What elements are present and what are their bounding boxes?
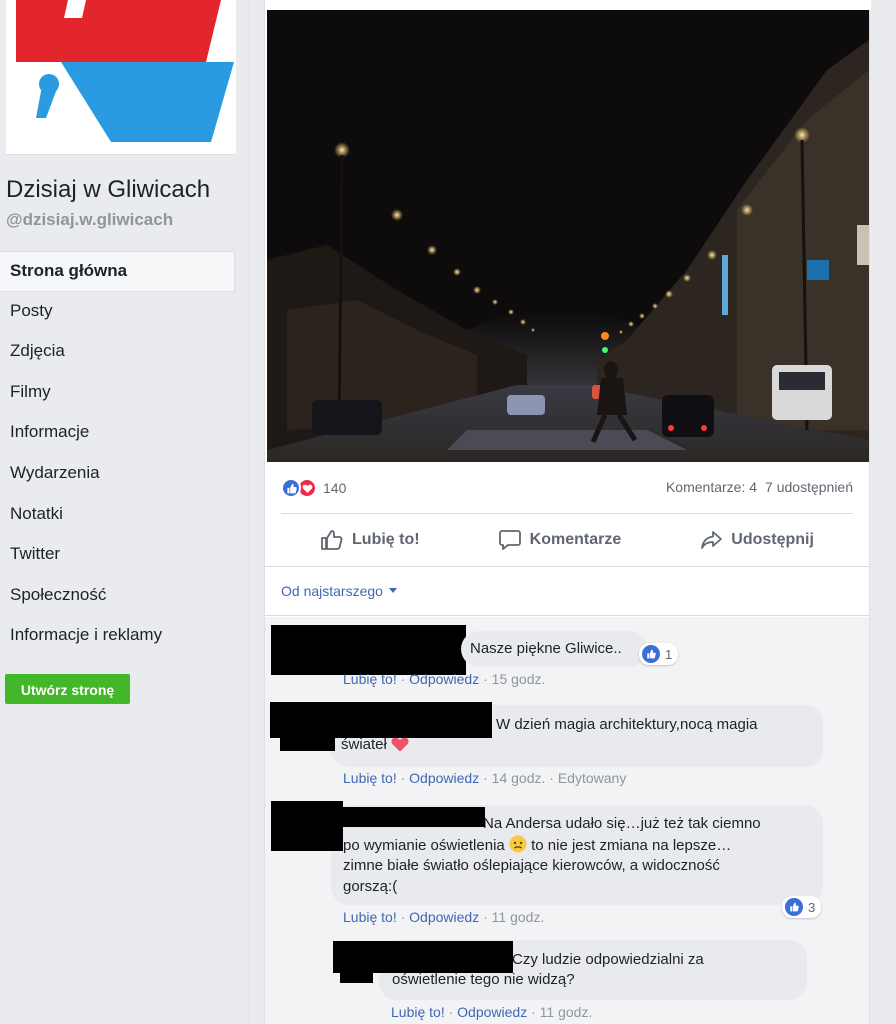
page-title[interactable]: Dzisiaj w Gliwicach: [6, 176, 210, 204]
separator: ·: [483, 909, 488, 925]
separator: ·: [448, 1004, 454, 1020]
comment-reply-link[interactable]: Odpowiedz: [409, 671, 479, 687]
nav-item-posts[interactable]: Posty: [0, 292, 235, 333]
night-street-photo: [267, 10, 869, 462]
comment-time[interactable]: 14 godz.: [492, 770, 546, 786]
comment-reply-link[interactable]: Odpowiedz: [457, 1004, 527, 1020]
like-icon: [642, 645, 660, 663]
page-sidebar: Dzisiaj w Gliwicach @dzisiaj.w.gliwicach…: [0, 0, 250, 1024]
redacted-author: [270, 702, 492, 738]
comment-text-line: świateł: [341, 736, 387, 753]
comment-like-link[interactable]: Lubię to!: [343, 909, 397, 925]
share-button-label: Udostępnij: [731, 530, 814, 548]
comment-button-label: Komentarze: [529, 530, 622, 548]
nav-item-events[interactable]: Wydarzenia: [0, 454, 235, 495]
reaction-count: 140: [323, 480, 347, 496]
shares-count-link[interactable]: 7 udostępnień: [765, 479, 853, 495]
separator: ·: [400, 770, 406, 786]
share-button[interactable]: Udostępnij: [699, 529, 814, 551]
comment-meta: Lubię to! · Odpowiedz · 14 godz. · Edyto…: [343, 770, 626, 786]
comment-text-line: po wymianie oświetlenia: [343, 836, 505, 854]
heart-emoji-icon: [391, 737, 409, 752]
separator: ·: [400, 671, 406, 687]
comment-meta: Lubię to! · Odpowiedz · 11 godz.: [391, 1004, 592, 1020]
comment-text-line: to nie jest zmiana na lepsze…: [531, 836, 732, 854]
page-nav: Strona główna Posty Zdjęcia Filmy Inform…: [0, 251, 235, 657]
like-button-label: Lubię to!: [352, 530, 420, 548]
nav-item-videos[interactable]: Filmy: [0, 373, 235, 414]
post-stats: Komentarze: 4 7 udostępnień: [666, 479, 853, 495]
comment-edited-label[interactable]: Edytowany: [558, 770, 626, 786]
redacted-author: [271, 625, 466, 675]
post-action-bar: Lubię to! Komentarze Udostępnij: [281, 513, 853, 565]
page-logo-image: [6, 0, 236, 154]
comment-reply-link[interactable]: Odpowiedz: [409, 770, 479, 786]
page-handle[interactable]: @dzisiaj.w.gliwicach: [6, 210, 173, 230]
share-arrow-icon: [701, 530, 723, 549]
caret-down-icon: [388, 588, 397, 593]
card-top-divider: [265, 0, 871, 10]
comment-time[interactable]: 11 godz.: [492, 909, 545, 925]
comment-reaction-count: 1: [665, 646, 673, 662]
comment-time[interactable]: 11 godz.: [540, 1004, 593, 1020]
redacted-author: [340, 969, 373, 983]
thumbs-up-icon: [321, 529, 343, 550]
comments-sort-row: Od najstarszego: [265, 566, 869, 616]
create-page-button[interactable]: Utwórz stronę: [5, 674, 130, 704]
comment-reaction-count: 3: [808, 899, 816, 915]
like-button[interactable]: Lubię to!: [320, 529, 420, 551]
comment-reaction-badge[interactable]: 1: [639, 643, 679, 665]
comments-list: Nasze piękne Gliwice.. 1 Lubię to! · Odp…: [265, 617, 869, 1024]
comment-button[interactable]: Komentarze: [498, 529, 622, 551]
separator: ·: [400, 909, 406, 925]
comments-count-link[interactable]: Komentarze: 4: [666, 479, 757, 495]
nav-item-notes[interactable]: Notatki: [0, 495, 235, 536]
comment-text-line: Czy ludzie odpowiedzialni za: [512, 951, 704, 968]
redacted-author: [335, 807, 485, 827]
comment-text: Nasze piękne Gliwice..: [470, 640, 622, 657]
reaction-summary[interactable]: 140: [281, 476, 346, 500]
separator: ·: [483, 671, 488, 687]
comment-text-line: oświetlenie tego nie widzą?: [392, 971, 575, 988]
comments-sort-dropdown[interactable]: Od najstarszego: [281, 583, 397, 599]
nav-item-info-and-ads[interactable]: Informacje i reklamy: [0, 616, 235, 657]
nav-item-about[interactable]: Informacje: [0, 413, 235, 454]
comments-sort-label: Od najstarszego: [281, 583, 383, 599]
comment-text-line: W dzień magia architektury,nocą magia: [496, 716, 758, 733]
comment-like-link[interactable]: Lubię to!: [343, 770, 397, 786]
separator: ·: [549, 770, 554, 786]
nav-item-photos[interactable]: Zdjęcia: [0, 332, 235, 373]
comment-like-link[interactable]: Lubię to!: [391, 1004, 445, 1020]
comment-reaction-badge[interactable]: 3: [782, 896, 822, 918]
post-card: 140 Komentarze: 4 7 udostępnień Lubię to!…: [264, 0, 871, 1024]
comment-reply-link[interactable]: Odpowiedz: [409, 909, 479, 925]
redacted-author: [271, 801, 343, 851]
separator: ·: [483, 770, 488, 786]
nav-item-twitter[interactable]: Twitter: [0, 535, 235, 576]
like-icon: [785, 898, 803, 916]
comment-text-line: gorszą:(: [343, 877, 398, 895]
nav-item-community[interactable]: Społeczność: [0, 576, 235, 617]
worried-face-emoji-icon: [509, 835, 527, 852]
comment-like-link[interactable]: Lubię to!: [343, 671, 397, 687]
like-icon: [281, 478, 301, 498]
redacted-author: [280, 735, 335, 751]
separator: ·: [531, 1004, 536, 1020]
comment-bubble-icon: [498, 529, 521, 550]
comment-text-line: zimne białe światło oślepiające kierowcó…: [343, 857, 720, 874]
page-logo[interactable]: [6, 0, 236, 155]
comment-meta: Lubię to! · Odpowiedz · 15 godz.: [343, 671, 545, 687]
post-photo[interactable]: [267, 10, 869, 462]
comment-text-line: Na Andersa udało się…już też tak ciemno: [483, 815, 761, 832]
comment-time[interactable]: 15 godz.: [492, 671, 546, 687]
comment-meta: Lubię to! · Odpowiedz · 11 godz.: [343, 909, 544, 925]
comment-bubble: Nasze piękne Gliwice..: [461, 631, 647, 667]
nav-item-home[interactable]: Strona główna: [0, 251, 235, 292]
